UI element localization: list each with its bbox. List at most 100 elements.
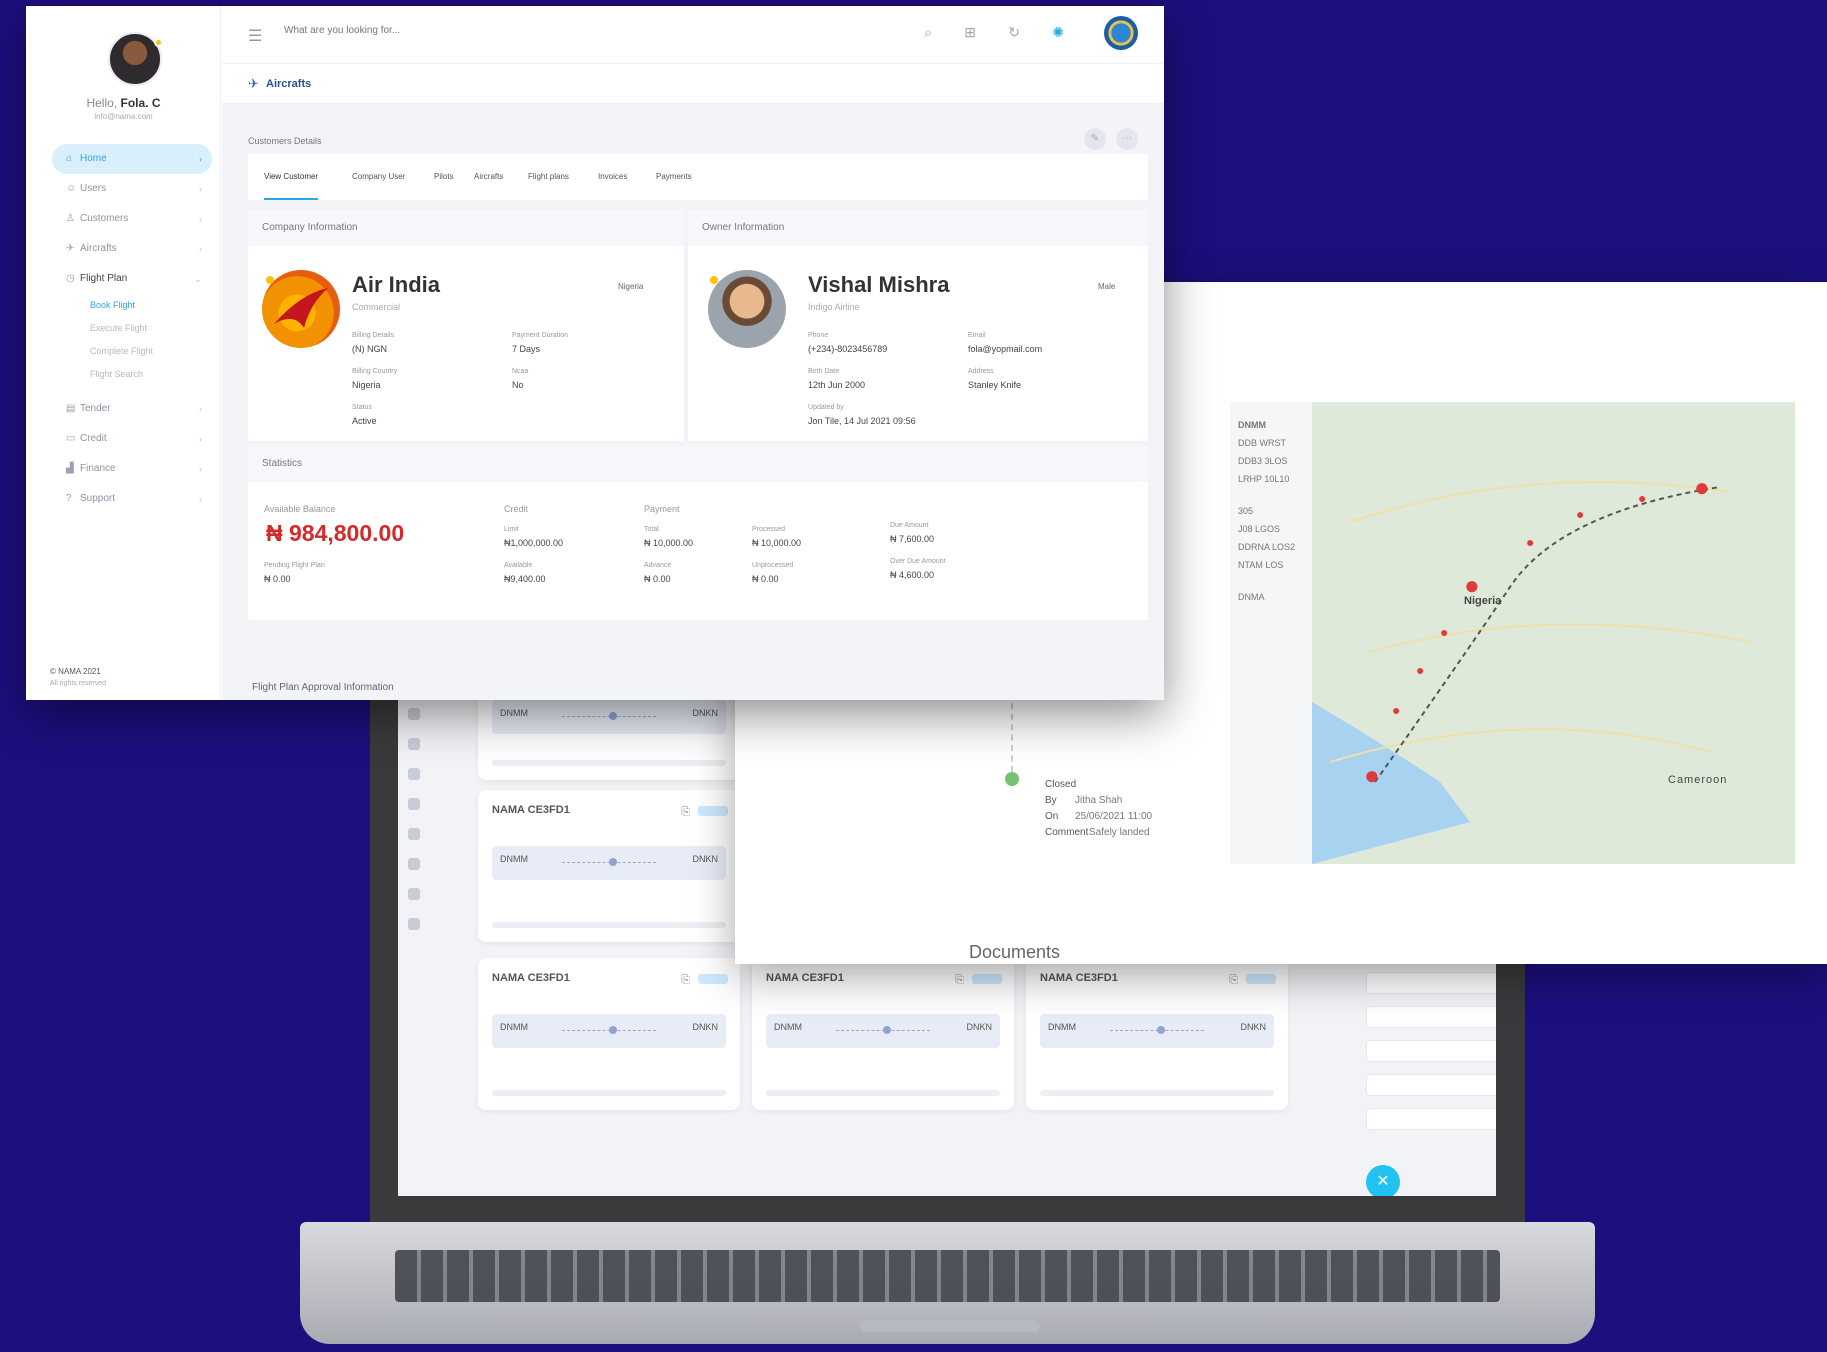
copy-icon[interactable]: ⎘ [955,974,964,987]
stat-value: ₦ 10,000.00 [644,538,694,548]
profile-avatar[interactable] [1104,16,1138,50]
sidebar-item-finance[interactable]: ▟ Finance › [52,454,212,484]
stat-label: Advance [644,562,672,569]
sidebar-item-aircrafts[interactable]: ✈ Aircrafts › [52,234,212,264]
submenu-execute-flight[interactable]: Execute Flight [90,317,212,340]
flight-card[interactable]: NAMA CE3FD1 ⎘ DNMM DNKN [478,790,740,942]
pending-label: Pending Flight Plan [264,562,325,569]
breadcrumb: ✈ Aircrafts [222,64,1164,104]
more-button[interactable]: ⋯ [1116,128,1138,150]
filter-panel[interactable] [1366,972,1496,1152]
route-map[interactable]: DNMM DDB WRST DDB3 3LOS LRHP 10L10 305 J… [1230,402,1795,864]
flight-card[interactable]: NAMA CE3FD1 ⎘ DNMM DNKN [478,958,740,1110]
flight-card[interactable]: NAMA CE3FD1 ⎘ DNMM DNKN [1026,958,1288,1110]
section-title: Customers Details [248,136,322,146]
map-pin-icon[interactable]: ● [1440,624,1448,640]
close-fab-button[interactable]: ✕ [1366,1165,1400,1196]
menu-icon[interactable]: ☰ [248,26,262,46]
tab-aircrafts[interactable]: Aircrafts [474,154,503,200]
field-label: Ncaa [512,368,529,375]
copy-icon[interactable]: ⎘ [681,974,690,987]
submenu-complete-flight[interactable]: Complete Flight [90,340,212,363]
payment-label: Payment [644,504,680,514]
map-pin-icon[interactable]: ● [1364,760,1380,791]
tab-flight-plans[interactable]: Flight plans [528,154,569,200]
field-value: (+234)-8023456789 [808,344,888,354]
tab-payments[interactable]: Payments [656,154,692,200]
gear-icon[interactable]: ✺ [1052,24,1064,41]
stat-value: ₦ 4,600.00 [890,570,935,580]
company-type: Commercial [352,302,401,312]
field-value: (N) NGN [352,344,387,354]
chart-icon: ▟ [66,463,74,474]
online-status-dot [154,38,163,47]
sidebar-item-tender[interactable]: ▤ Tender › [52,394,212,424]
stat-value: ₦ 0.00 [644,574,671,584]
field-label: Status [352,404,372,411]
stat-label: Over Due Amount [890,558,946,565]
field-label: Phone [808,332,829,339]
statistics-header: Statistics [248,446,1148,482]
edit-button[interactable]: ✎ [1084,128,1106,150]
chevron-right-icon: › [199,494,202,504]
laptop-keyboard [395,1250,1500,1302]
search-icon[interactable]: ⌕ [924,24,932,41]
topbar: ☰ ⌕ ⊞ ↻ ✺ [222,6,1164,64]
gift-icon[interactable]: ⊞ [964,24,976,41]
stat-value: ₦9,400.00 [504,574,546,584]
home-icon: ⌂ [66,153,73,164]
owner-name: Vishal Mishra [808,272,950,297]
map-legend: DNMM DDB WRST DDB3 3LOS LRHP 10L10 305 J… [1230,402,1312,864]
sidebar-item-customers[interactable]: ♙ Customers › [52,204,212,234]
tab-view-customer[interactable]: View Customer [264,154,319,200]
documents-heading: Documents [969,942,1061,962]
user-email: info@nama.com [94,112,153,121]
field-label: Birth Date [808,368,840,375]
map-label-neighbor: Cameroon [1668,774,1728,786]
plane-icon: ✈ [66,243,75,254]
owner-gender: Male [1098,282,1116,291]
submenu-flight-search[interactable]: Flight Search [90,363,212,386]
stat-label: Processed [752,526,786,533]
map-pin-icon[interactable]: ● [1392,702,1400,718]
field-value: No [512,380,524,390]
field-label: Payment Duration [512,332,569,339]
field-label: Address [968,368,994,375]
copy-icon[interactable]: ⎘ [1229,974,1238,987]
sidebar-nav: ⌂ Home › ☺ Users › ♙ Customers › ✈ Aircrafts › ◷… [52,144,212,514]
field-label: Billing Details [352,332,395,339]
sidebar-item-home[interactable]: ⌂ Home › [52,144,212,174]
sidebar-item-credit[interactable]: ▭ Credit › [52,424,212,454]
owner-photo [708,270,786,348]
chevron-down-icon: ⌄ [194,274,202,284]
stat-value: ₦ 7,600.00 [890,534,935,544]
map-pin-icon[interactable]: ● [1464,570,1480,601]
map-pin-icon[interactable]: ● [1694,472,1710,503]
card-icon: ▭ [66,433,76,444]
field-label: Email [968,332,986,339]
tab-invoices[interactable]: Invoices [598,154,627,200]
sidebar: Hello, Fola. C info@nama.com ⌂ Home › ☺ Use… [26,6,221,700]
map-pin-icon[interactable]: ● [1638,490,1646,506]
flight-card[interactable]: NAMA CE3FD1 ⎘ DNMM DNKN [752,958,1014,1110]
available-balance: ₦ 984,800.00 [266,520,405,546]
sidebar-item-support[interactable]: ? Support › [52,484,212,514]
chevron-right-icon: › [199,184,202,194]
submenu-book-flight[interactable]: Book Flight [90,294,212,317]
company-name: Air India [352,272,441,297]
sidebar-item-users[interactable]: ☺ Users › [52,174,212,204]
search-input[interactable] [282,24,682,37]
field-value: 7 Days [512,344,541,354]
refresh-icon[interactable]: ↻ [1008,24,1020,41]
copy-icon[interactable]: ⎘ [681,806,690,819]
field-value: fola@yopmail.com [968,344,1043,354]
map-pin-icon[interactable]: ● [1416,662,1424,678]
credit-label: Credit [504,504,529,514]
tab-company-user[interactable]: Company User [352,154,405,200]
tab-pilots[interactable]: Pilots [434,154,454,200]
stat-label: Due Amount [890,522,929,529]
sidebar-item-flight-plan[interactable]: ◷ Flight Plan ⌄ [52,264,212,294]
map-pin-icon[interactable]: ● [1576,506,1584,522]
field-value: Active [352,416,377,426]
map-pin-icon[interactable]: ● [1526,534,1534,550]
